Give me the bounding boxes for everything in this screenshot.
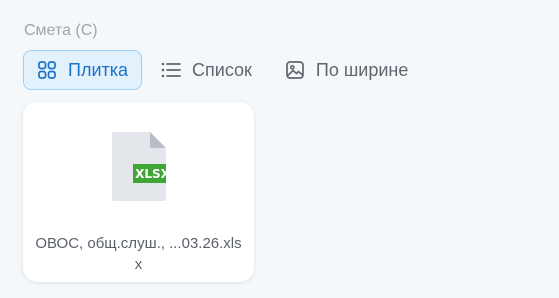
list-view-label: Список: [192, 59, 252, 80]
view-mode-switch: Плитка Список По ширине: [23, 49, 408, 91]
section-title: Смета (С): [24, 22, 98, 39]
fit-width-view-button[interactable]: По ширине: [285, 50, 408, 90]
file-name: ОВОС, общ.слуш., ...03.26.xlsx: [35, 235, 242, 273]
fit-width-view-label: По ширине: [315, 59, 409, 80]
grid-icon: [37, 60, 57, 80]
image-icon: [285, 60, 305, 80]
list-icon: [161, 60, 181, 80]
tile-view-button[interactable]: Плитка: [23, 50, 143, 90]
list-view-button[interactable]: Список: [161, 50, 252, 90]
tile-view-label: Плитка: [68, 59, 129, 80]
xlsx-file-icon: XLSX: [112, 132, 166, 201]
file-type-badge: XLSX: [135, 167, 166, 181]
file-card[interactable]: XLSX ОВОС, общ.слуш., ...03.26.xlsx: [23, 102, 254, 282]
